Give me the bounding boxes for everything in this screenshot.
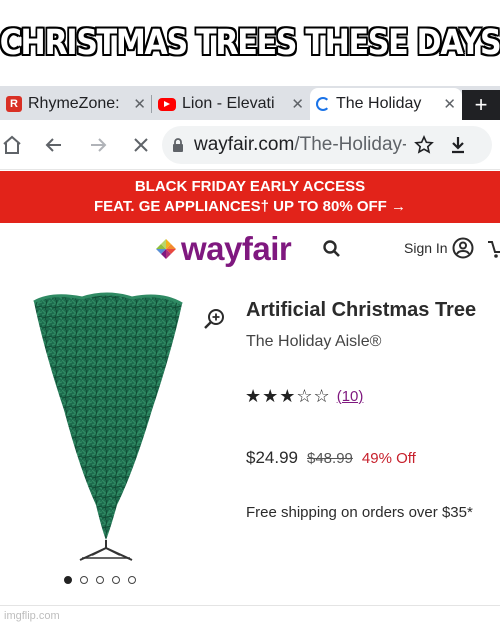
rating-empty-stars: ☆☆	[296, 386, 331, 406]
tab-close-icon[interactable]: ✕	[129, 95, 146, 113]
wayfair-logo[interactable]: wayfair	[154, 230, 292, 268]
account-icon[interactable]	[452, 237, 474, 264]
original-price: $48.99	[307, 450, 353, 467]
product-brand[interactable]: The Holiday Aisle®	[246, 333, 381, 351]
tab-close-icon[interactable]: ✕	[439, 95, 456, 113]
banner-line-2: FEAT. GE APPLIANCES† UP TO 80% OFF →	[93, 198, 406, 215]
new-tab-button[interactable]: +	[462, 90, 500, 120]
review-count-link[interactable]: (10)	[337, 388, 364, 405]
imgflip-watermark: imgflip.com	[4, 610, 60, 622]
meme-caption: CHRISTMAS TREES THESE DAYS	[0, 0, 500, 86]
browser-toolbar: wayfair.com/The-Holiday-Aisle	[0, 120, 500, 170]
carousel-dot[interactable]	[80, 576, 88, 584]
loading-spinner-icon	[316, 97, 330, 111]
carousel-dot[interactable]	[64, 576, 72, 584]
carousel-dot[interactable]	[112, 576, 120, 584]
url-path: /The-Holiday-Aisle	[294, 134, 406, 155]
rhymezone-favicon-icon: R	[6, 96, 22, 112]
zoom-icon[interactable]	[202, 307, 226, 336]
shipping-info: Free shipping on orders over $35*	[246, 504, 473, 521]
browser-tab-strip: R RhymeZone: ✕ Lion - Elevati ✕ The Holi…	[0, 86, 500, 120]
youtube-favicon-icon	[158, 97, 176, 111]
wayfair-pinwheel-icon	[156, 239, 176, 259]
divider	[0, 605, 500, 606]
product-image[interactable]	[22, 290, 192, 570]
rating-filled-stars: ★★★	[245, 386, 297, 406]
bookmark-star-icon[interactable]	[414, 135, 434, 155]
tab-title: Lion - Elevati	[182, 95, 274, 112]
url-domain: wayfair.com	[194, 134, 295, 155]
carousel-dot[interactable]	[128, 576, 136, 584]
back-arrow-icon[interactable]	[42, 133, 66, 157]
tab-rhymezone[interactable]: R RhymeZone: ✕	[0, 88, 152, 120]
search-icon[interactable]	[322, 239, 342, 264]
caption-text: CHRISTMAS TREES THESE DAYS	[0, 23, 500, 63]
carousel-dot[interactable]	[96, 576, 104, 584]
tab-close-icon[interactable]: ✕	[287, 95, 304, 113]
banner-line-1: BLACK FRIDAY EARLY ACCESS	[134, 178, 366, 195]
sign-in-link[interactable]: Sign In	[404, 240, 448, 256]
cart-icon[interactable]	[488, 237, 500, 264]
promo-banner[interactable]: BLACK FRIDAY EARLY ACCESS FEAT. GE APPLI…	[0, 171, 500, 223]
lock-icon[interactable]	[172, 137, 184, 153]
download-icon[interactable]	[450, 136, 466, 154]
tab-active-wayfair[interactable]: The Holiday ✕	[310, 88, 462, 120]
rating-stars[interactable]: ★★★ ☆☆ (10)	[245, 386, 363, 407]
home-icon[interactable]	[0, 133, 24, 157]
product-title: Artificial Christmas Tree	[246, 299, 477, 321]
price-row: $24.99 $48.99 49% Off	[246, 448, 416, 468]
address-bar[interactable]: wayfair.com/The-Holiday-Aisle	[162, 126, 492, 164]
tab-youtube[interactable]: Lion - Elevati ✕	[152, 88, 310, 120]
stop-loading-icon[interactable]	[129, 133, 153, 157]
site-header: wayfair Sign In	[0, 224, 500, 274]
logo-wordmark: wayfair	[181, 230, 292, 267]
discount-label: 49% Off	[361, 450, 416, 467]
image-carousel-dots	[64, 576, 136, 584]
forward-arrow-icon[interactable]	[86, 133, 110, 157]
tab-title: RhymeZone:	[28, 95, 120, 112]
tab-title: The Holiday	[336, 95, 422, 112]
sale-price: $24.99	[246, 448, 298, 467]
